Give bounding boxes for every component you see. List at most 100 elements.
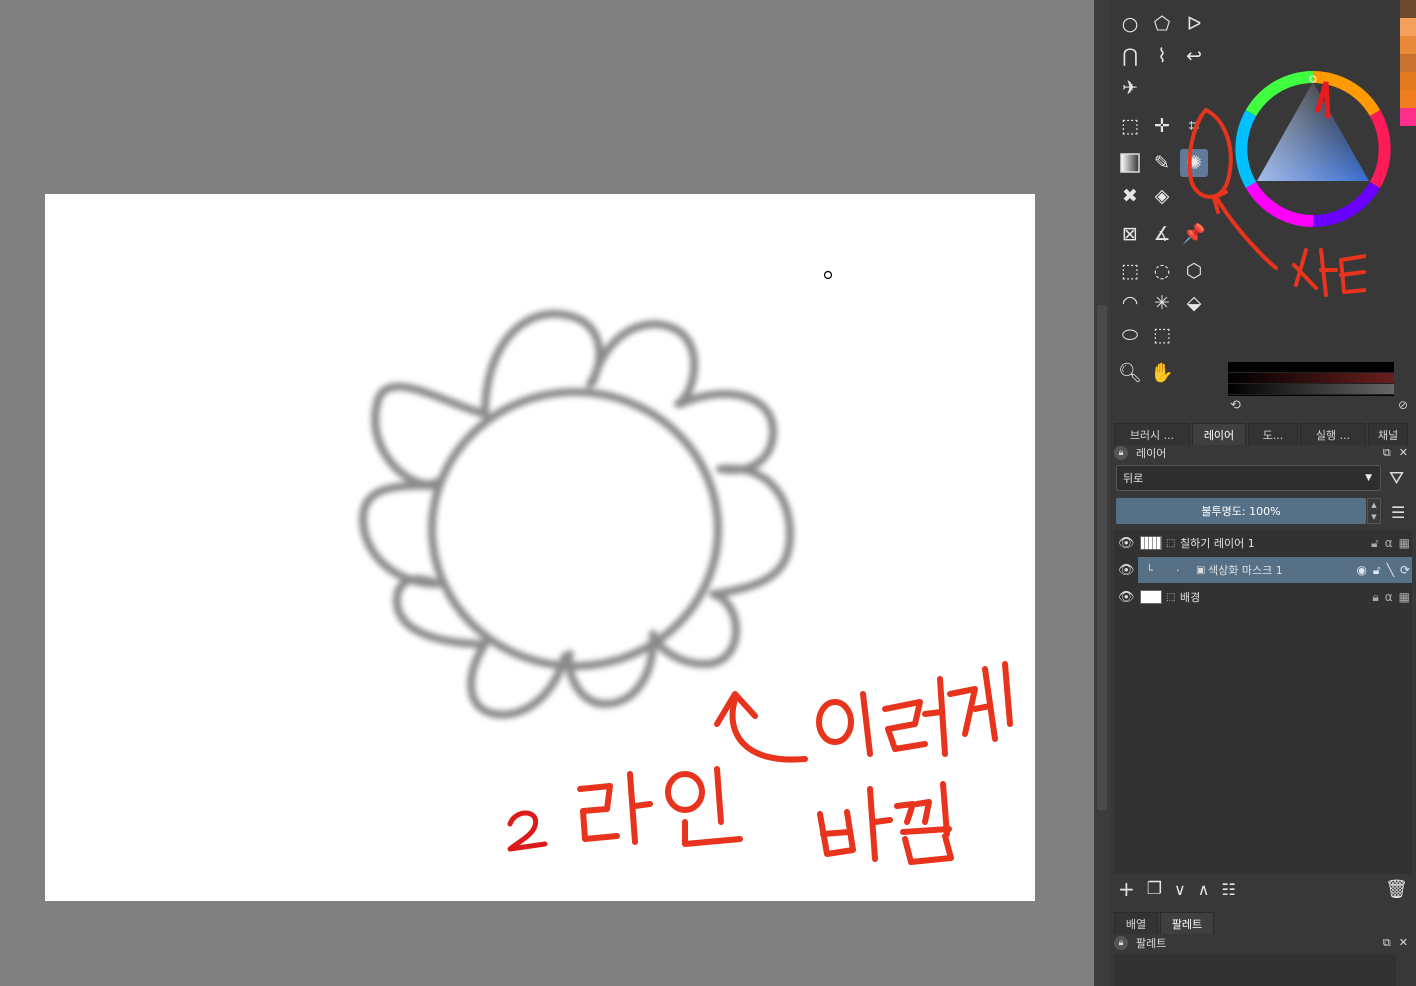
magnetic-selection-tool-icon[interactable]: ⬚ [1148,321,1176,349]
close-panel-icon[interactable]: ✕ [1399,446,1408,460]
layer-actions-bar: + ❐ ∨ ∧ ☷ 🗑︎ [1114,874,1412,904]
tab-palette[interactable]: 팔레트 [1160,912,1214,934]
unlock-icon[interactable]: 🔓︎ [1371,536,1379,551]
layer-name: 배경 [1180,591,1201,604]
alpha-lock-icon[interactable]: α [1385,590,1393,605]
palette-panel-title: 팔레트 [1136,937,1167,950]
layer-name: 칠하기 레이어 1 [1180,537,1255,550]
canvas-vertical-scrollbar[interactable] [1094,0,1110,986]
tab-channels[interactable]: 채널 [1368,423,1408,445]
polyline-tool-icon[interactable]: ᐅ [1180,10,1208,38]
layers-menu-icon[interactable]: ☰ [1391,503,1405,522]
canvas-artwork [359,270,1013,865]
swatch[interactable] [1400,90,1416,108]
edit-key-strokes-icon[interactable]: ◉ [1356,563,1366,578]
polygon-tool-icon[interactable]: ⬠ [1148,10,1176,38]
paint-layer-icon: ⬚ [1166,591,1176,603]
inherit-alpha-icon[interactable]: ▦ [1399,590,1410,605]
opacity-spinner[interactable]: ▲ ▼ [1367,498,1381,524]
palette-panel-titlebar: 🔒︎ 팔레트 ⧉ ✕ [1114,934,1412,952]
layer-thumbnail [1140,536,1162,550]
rectangular-selection-tool-icon[interactable]: ⬚ [1116,257,1144,285]
bezier-selection-tool-icon[interactable]: ⬭ [1116,321,1144,349]
recent-color-swatches[interactable] [1400,0,1416,126]
freehand-selection-tool-icon[interactable]: ◠ [1116,289,1144,317]
layer-row[interactable]: 👁︎ ⬚ 배경 🔒︎ α ▦ [1114,584,1412,610]
dock-annotation [1187,81,1366,297]
swatch[interactable] [1400,36,1416,54]
tab-tool-options[interactable]: 도... [1248,423,1298,445]
assistant-tool-icon[interactable]: ⊠ [1116,220,1144,248]
panel-lock-icon[interactable]: 🔒︎ [1114,446,1128,460]
move-layer-down-icon[interactable]: ∨ [1174,880,1186,899]
flower-lineart [359,309,794,719]
layer-list: 👁︎ ⬚ 칠하기 레이어 1 🔓︎ α ▦ 👁︎ └ · ▣ 색상화 마스크 1… [1114,530,1412,874]
swatch[interactable] [1400,108,1416,126]
layer-name: 색상화 마스크 1 [1208,564,1283,577]
pan-tool-icon[interactable]: ✋ [1148,359,1176,387]
swatch[interactable] [1400,72,1416,90]
tab-layers[interactable]: 레이어 [1192,423,1246,445]
multibrush-tool-icon[interactable]: ✈ [1116,74,1144,102]
float-panel-icon[interactable]: ⧉ [1383,446,1391,460]
fill-layer-icon: ⬚ [1166,537,1176,549]
tab-arrange[interactable]: 배열 [1114,912,1158,934]
panel-lock-icon[interactable]: 🔒︎ [1114,936,1128,950]
update-icon[interactable]: ⟳ [1400,563,1410,578]
drawing-canvas[interactable] [45,194,1035,901]
smart-patch-tool-icon[interactable]: ✖ [1116,182,1144,210]
dock-tabbar: 브러시 ... 레이어 도... 실행 ... 채널 [1114,423,1410,445]
tab-undo-history[interactable]: 실행 ... [1300,423,1366,445]
right-dock: ○ ⬠ ᐅ ⋂ ⌇ ↩ ✈ ⬚ ✛ ⌗ ✎ ✺ ✖ ◈ ⊠ ∡ 📌 ⬚ ◌ ⬡ … [1110,0,1416,986]
swatch[interactable] [1400,0,1416,18]
eye-icon[interactable]: 👁︎ [1118,563,1135,578]
scrollbar-thumb[interactable] [1097,305,1107,810]
swatch[interactable] [1400,18,1416,36]
color-sliders[interactable] [1228,362,1394,396]
freehand-path-tool-icon[interactable]: ⌇ [1148,42,1176,70]
duplicate-layer-icon[interactable]: ❐ [1147,879,1162,899]
layer-row[interactable]: 👁︎ └ · ▣ 색상화 마스크 1 ◉ 🔓︎ ╲ ⟳ [1118,557,1412,583]
pen-icon[interactable]: ╲ [1387,563,1394,578]
alpha-lock-icon[interactable]: α [1385,536,1393,551]
brush-cursor [823,270,833,280]
blend-mode-value: 뒤로 [1123,472,1144,485]
layer-row[interactable]: 👁︎ ⬚ 칠하기 레이어 1 🔓︎ α ▦ [1114,530,1412,556]
palette-area[interactable] [1114,954,1396,986]
bottom-tabbar: 배열 팔레트 [1114,912,1216,934]
opacity-slider[interactable]: 불투명도: 100% [1116,498,1366,524]
eye-icon[interactable]: 👁︎ [1118,590,1135,605]
opacity-value: 100% [1249,504,1281,518]
layer-thumbnail [1140,590,1162,604]
close-panel-icon[interactable]: ✕ [1399,936,1408,950]
bezier-tool-icon[interactable]: ⋂ [1116,42,1144,70]
delete-layer-icon[interactable]: 🗑︎ [1385,879,1408,900]
layers-panel-titlebar: 🔒︎ 레이어 ⧉ ✕ [1114,444,1412,462]
layer-properties-icon[interactable]: ☷ [1221,880,1235,899]
move-layer-up-icon[interactable]: ∧ [1198,880,1210,899]
swatch[interactable] [1400,54,1416,72]
eye-icon[interactable]: 👁︎ [1118,536,1135,551]
ellipse-tool-icon[interactable]: ○ [1116,10,1144,38]
gradient-tool-icon[interactable] [1116,149,1144,177]
reset-colors-icon[interactable]: ⟲ [1230,398,1241,413]
tab-brush-presets[interactable]: 브러시 ... [1114,423,1190,445]
canvas-area[interactable] [0,0,1094,986]
zoom-tool-icon[interactable]: 🔍︎ [1116,359,1144,387]
float-panel-icon[interactable]: ⧉ [1383,936,1391,950]
opacity-label: 불투명도: [1201,505,1246,518]
blend-mode-select[interactable]: 뒤로 ▼ [1116,465,1381,491]
inherit-alpha-icon[interactable]: ▦ [1399,536,1410,551]
lock-icon[interactable]: 🔒︎ [1372,590,1378,605]
add-layer-icon[interactable]: + [1118,877,1135,901]
no-color-icon[interactable]: ⊘ [1398,398,1408,412]
chevron-down-icon: ▼ [1365,473,1372,483]
unlock-icon[interactable]: 🔓︎ [1373,563,1381,578]
dot-icon: · [1176,563,1180,577]
colorize-mask-icon: ▣ [1196,564,1206,576]
dynamic-brush-tool-icon[interactable]: ↩ [1180,42,1208,70]
transform-tool-icon[interactable]: ⬚ [1116,112,1144,140]
layers-panel-title: 레이어 [1136,447,1167,460]
mask-branch-icon: └ [1146,563,1153,577]
filter-icon[interactable]: ⛛ [1389,468,1404,489]
